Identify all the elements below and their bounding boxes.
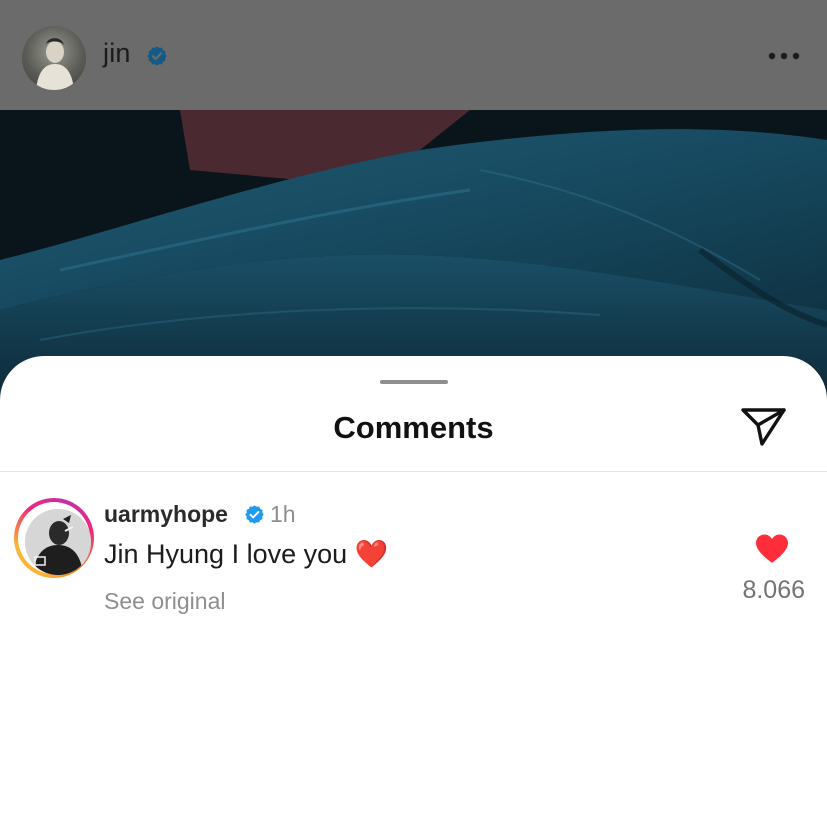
heart-icon[interactable] — [754, 533, 790, 565]
like-count: 8.066 — [742, 576, 805, 604]
comment-item: uarmyhope 1h Jin Hyung I love you ❤️ See… — [0, 494, 827, 624]
avatar[interactable] — [25, 509, 91, 575]
paper-plane-icon[interactable] — [740, 406, 788, 448]
see-original-link[interactable]: See original — [104, 588, 225, 615]
comment-text: Jin Hyung I love you ❤️ — [104, 539, 389, 569]
post-username[interactable]: jin — [103, 38, 131, 69]
post-header: jin — [0, 0, 827, 110]
divider — [0, 471, 827, 472]
avatar[interactable] — [22, 26, 86, 90]
verified-badge-icon — [147, 46, 167, 66]
more-horizontal-icon[interactable] — [766, 49, 802, 63]
comment-timestamp: 1h — [270, 501, 296, 527]
drag-handle[interactable] — [380, 380, 448, 384]
story-ring[interactable] — [14, 498, 94, 578]
sheet-title: Comments — [333, 410, 494, 445]
comments-sheet: Comments uarmyhope 1h Jin Hyung I love y… — [0, 356, 827, 827]
comment-username[interactable]: uarmyhope — [104, 501, 228, 528]
verified-badge-icon — [245, 505, 264, 524]
